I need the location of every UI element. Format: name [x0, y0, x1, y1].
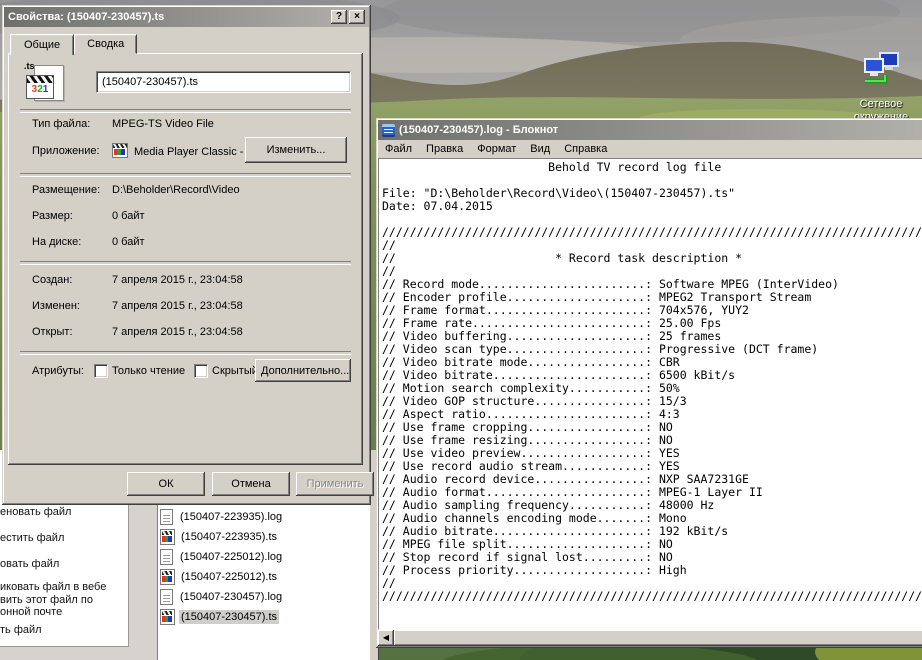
notepad-title: (150407-230457).log - Блокнот	[399, 124, 922, 136]
location-value: D:\Beholder\Record\Video	[112, 184, 240, 196]
task-link-email[interactable]: вить этот файл по онной почте	[0, 594, 126, 618]
file-row-223935-log[interactable]: (150407-223935).log	[160, 508, 284, 526]
app-label: Приложение:	[32, 145, 100, 157]
ondisk-value: 0 байт	[112, 236, 145, 248]
notepad-menubar: Файл Правка Формат Вид Справка	[378, 140, 922, 158]
menu-format[interactable]: Формат	[470, 141, 523, 157]
ondisk-label: На диске:	[32, 236, 81, 248]
file-row-230457-log[interactable]: (150407-230457).log	[160, 588, 284, 606]
advanced-button[interactable]: Дополнительно...	[255, 359, 351, 382]
task-link-rename[interactable]: еновать файл	[0, 506, 126, 518]
video-file-icon	[160, 569, 175, 585]
modified-label: Изменен:	[32, 300, 80, 312]
separator	[20, 351, 351, 355]
change-app-button[interactable]: Изменить...	[245, 137, 347, 163]
task-link-move[interactable]: естить файл	[0, 532, 126, 544]
separator	[20, 261, 351, 265]
ts-file-icon: .ts 321	[22, 61, 68, 105]
created-value: 7 апреля 2015 г., 23:04:58	[112, 274, 243, 286]
type-value: MPEG-TS Video File	[112, 118, 214, 130]
menu-view[interactable]: Вид	[523, 141, 557, 157]
help-button[interactable]: ?	[331, 10, 347, 24]
accessed-label: Открыт:	[32, 326, 73, 338]
tab-summary[interactable]: Сводка	[74, 34, 137, 54]
menu-help[interactable]: Справка	[557, 141, 614, 157]
notepad-titlebar[interactable]: (150407-230457).log - Блокнот	[378, 120, 922, 140]
close-icon[interactable]: ×	[349, 10, 365, 24]
task-link-publish[interactable]: иковать файл в вебе	[0, 581, 126, 593]
properties-dialog: Свойства: (150407-230457).ts ? × Общие С…	[2, 5, 371, 505]
notepad-text-area[interactable]: Behold TV record log file File: "D:\Beho…	[378, 158, 922, 630]
network-places-desktop-icon[interactable]: Сетевое окружение	[836, 50, 922, 124]
attributes-label: Атрибуты:	[32, 365, 84, 377]
size-label: Размер:	[32, 210, 73, 222]
location-label: Размещение:	[32, 184, 100, 196]
log-file-icon	[160, 589, 173, 605]
desktop: Сетевое окружение еновать файл естить фа…	[0, 0, 922, 660]
accessed-value: 7 апреля 2015 г., 23:04:58	[112, 326, 243, 338]
file-row-230457-ts-selected[interactable]: (150407-230457).ts	[160, 608, 279, 626]
task-link-copy[interactable]: овать файл	[0, 558, 126, 570]
size-value: 0 байт	[112, 210, 145, 222]
readonly-checkbox[interactable]	[94, 364, 108, 378]
dialog-tabs: Общие Сводка	[10, 33, 137, 54]
file-row-225012-log[interactable]: (150407-225012).log	[160, 548, 284, 566]
tab-general[interactable]: Общие	[10, 34, 74, 55]
file-row-225012-ts[interactable]: (150407-225012).ts	[160, 568, 279, 586]
dialog-title: Свойства: (150407-230457).ts	[8, 11, 329, 23]
ts-ext-label: .ts	[24, 61, 35, 71]
video-file-icon	[160, 609, 175, 625]
scroll-left-arrow-icon[interactable]: ◀	[378, 630, 394, 646]
media-player-classic-icon	[112, 143, 128, 158]
apply-button[interactable]: Применить	[296, 472, 374, 496]
dialog-titlebar[interactable]: Свойства: (150407-230457).ts ? ×	[4, 7, 369, 27]
notepad-horizontal-scrollbar[interactable]: ◀	[378, 630, 922, 646]
app-value: Media Player Classic -	[112, 143, 243, 158]
created-label: Создан:	[32, 274, 72, 286]
network-computers-icon	[859, 50, 903, 92]
log-file-icon	[160, 549, 173, 565]
task-link-email-line1: вить этот файл по	[0, 594, 93, 606]
task-link-email-line2: онной почте	[0, 606, 62, 618]
type-label: Тип файла:	[32, 118, 90, 130]
log-content: Behold TV record log file File: "D:\Beho…	[379, 159, 922, 603]
notepad-window: (150407-230457).log - Блокнот Файл Правк…	[376, 118, 922, 648]
modified-value: 7 апреля 2015 г., 23:04:58	[112, 300, 243, 312]
task-link-delete[interactable]: ть файл	[0, 624, 126, 636]
hidden-checkbox[interactable]	[194, 364, 208, 378]
separator	[20, 109, 351, 113]
readonly-label: Только чтение	[112, 365, 185, 377]
clapperboard-icon: 321	[26, 75, 54, 99]
log-file-icon	[160, 509, 173, 525]
video-file-icon	[160, 529, 175, 545]
menu-edit[interactable]: Правка	[419, 141, 470, 157]
hidden-label: Скрытый	[212, 365, 258, 377]
dialog-general-panel: .ts 321 (150407-230457).ts Тип файла: MP…	[8, 53, 363, 465]
ok-button[interactable]: ОК	[127, 472, 205, 496]
menu-file[interactable]: Файл	[378, 141, 419, 157]
separator	[20, 173, 351, 177]
filename-field[interactable]: (150407-230457).ts	[96, 71, 351, 93]
file-row-223935-ts[interactable]: (150407-223935).ts	[160, 528, 279, 546]
notepad-icon	[382, 124, 395, 137]
cancel-button[interactable]: Отмена	[212, 472, 290, 496]
scrollbar-thumb[interactable]	[394, 630, 922, 646]
